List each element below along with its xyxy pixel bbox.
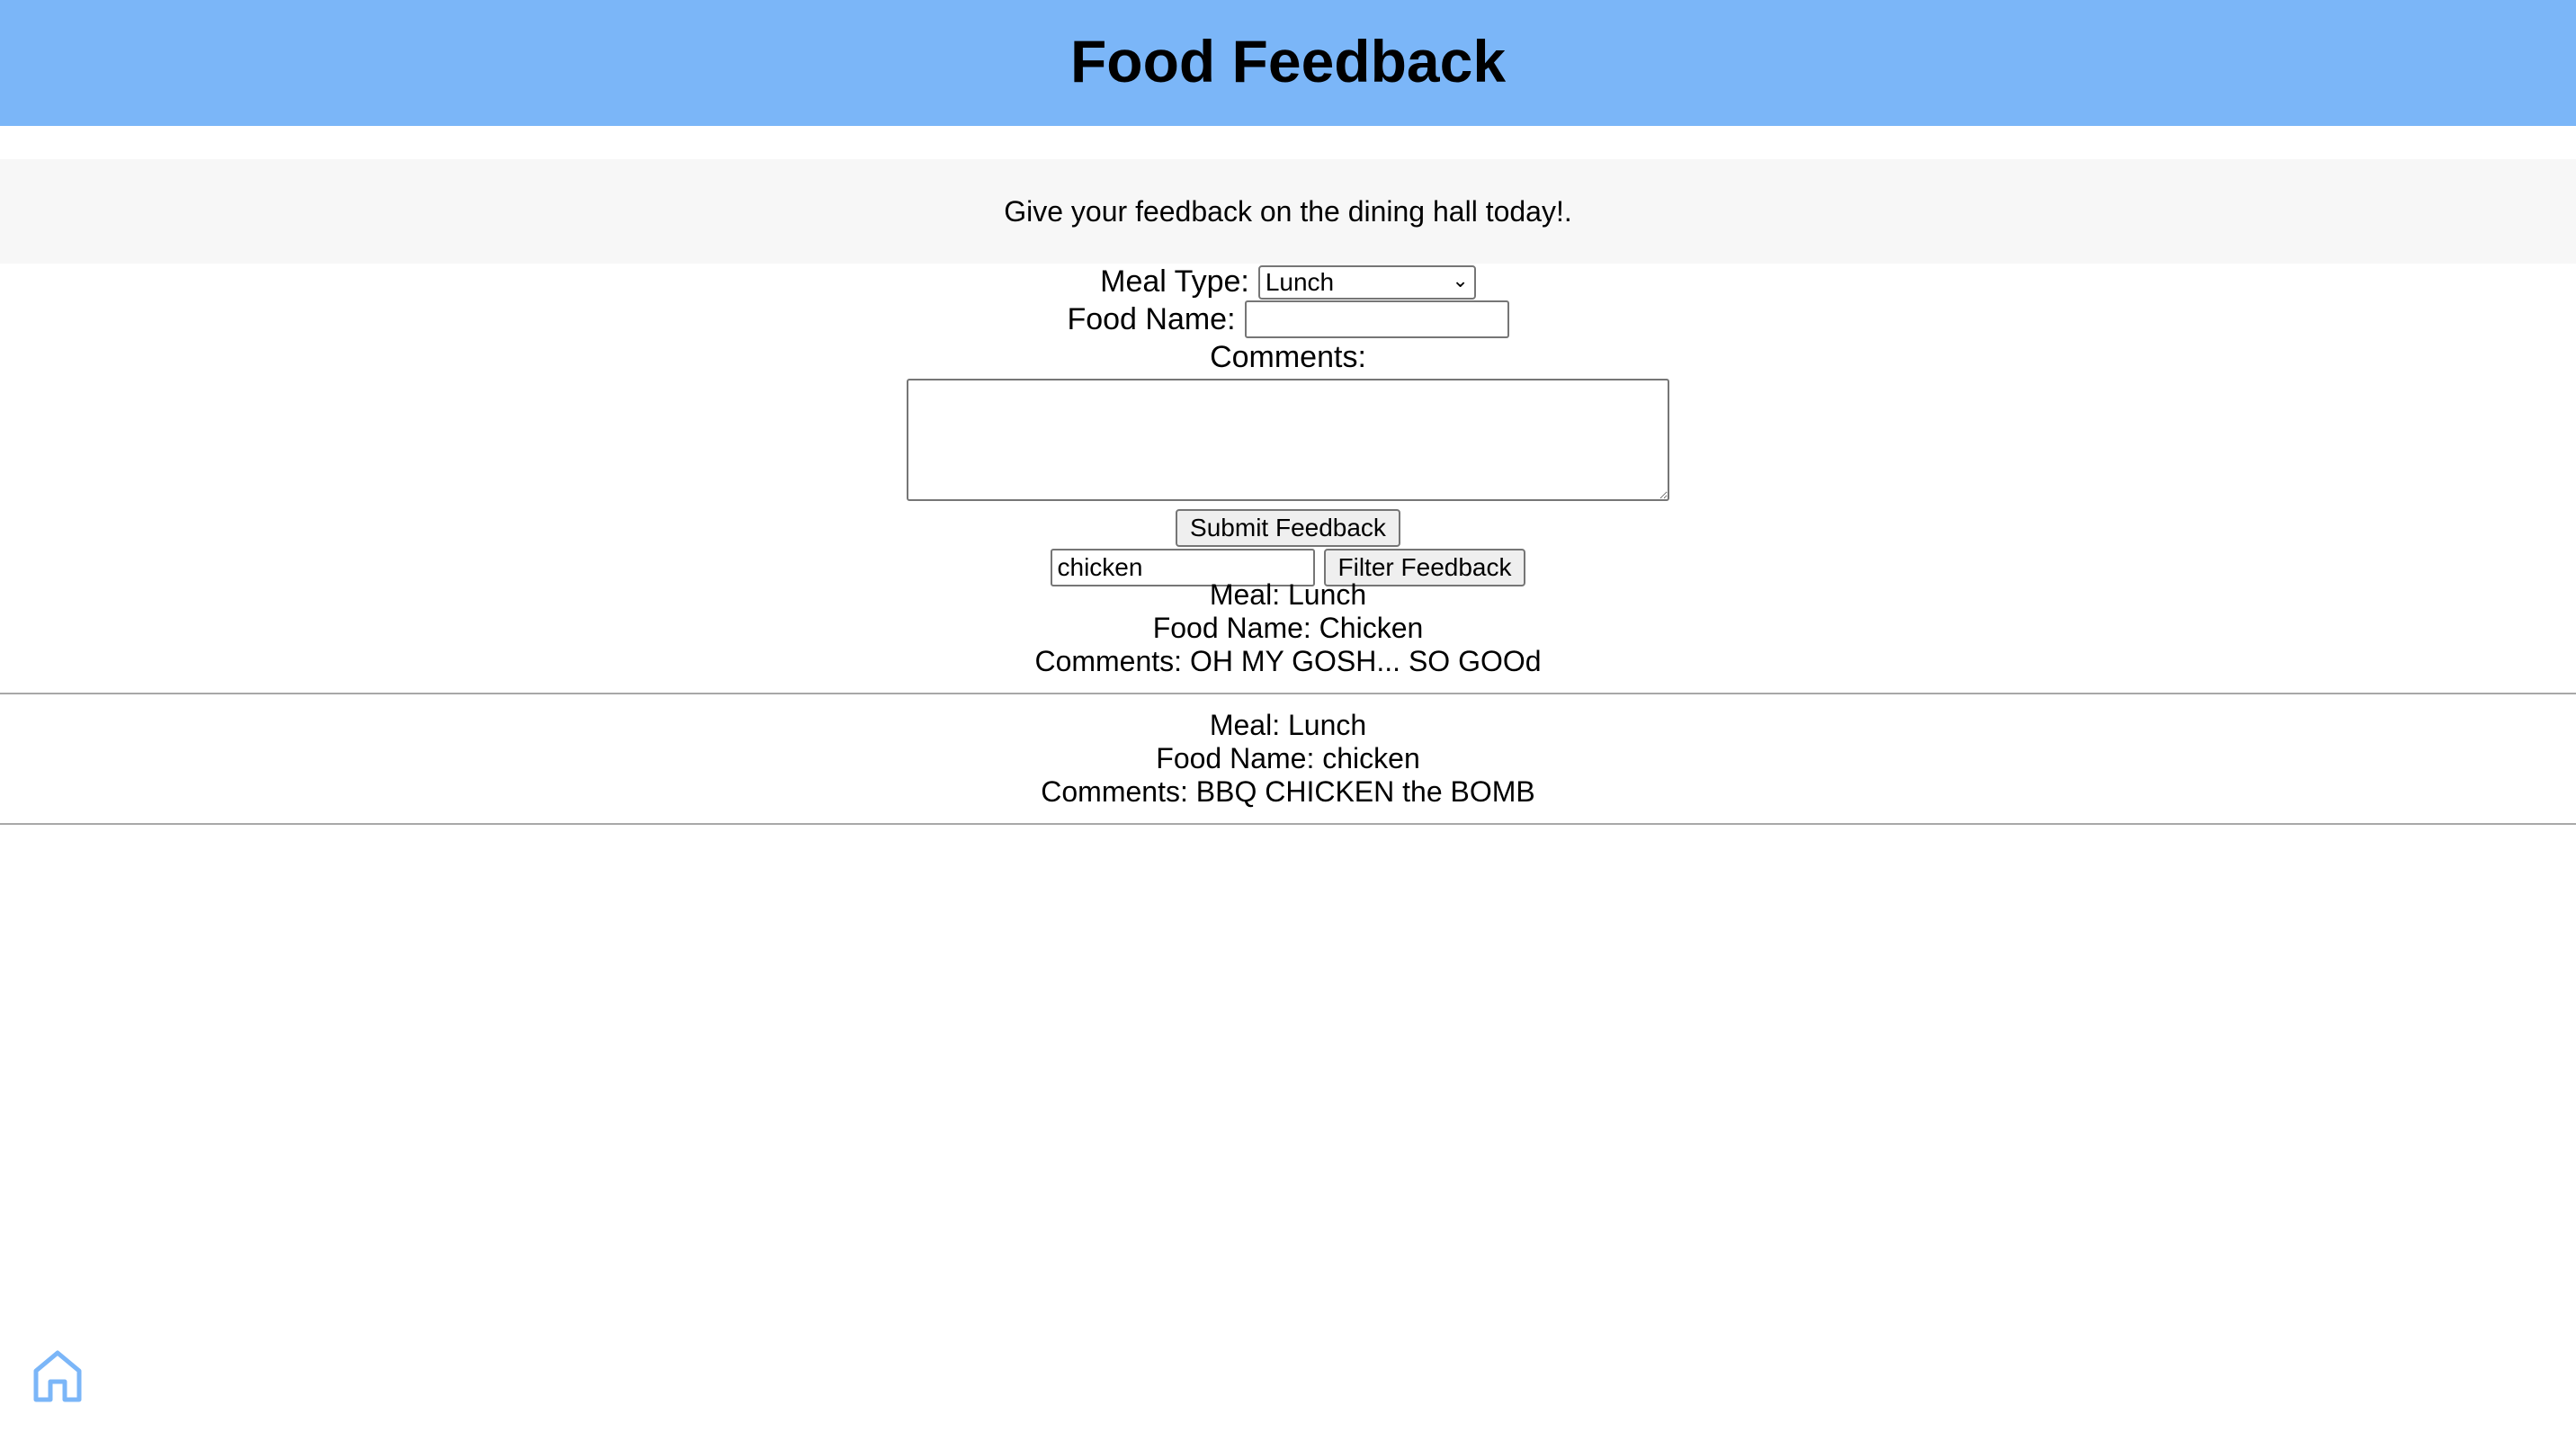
- feedback-entry: Meal: Lunch Food Name: chicken Comments:…: [0, 709, 2576, 825]
- submit-feedback-button[interactable]: Submit Feedback: [1176, 509, 1400, 547]
- feedback-form: Meal Type: Lunch ⌄ Food Name: Comments: …: [0, 264, 2576, 587]
- comments-label-row: Comments:: [0, 339, 2576, 375]
- intro-banner: Give your feedback on the dining hall to…: [0, 159, 2576, 264]
- entry-food-name: Food Name: chicken: [1156, 742, 1420, 774]
- entry-meal: Meal: Lunch: [1209, 709, 1367, 741]
- feedback-entry: Meal: Lunch Food Name: Chicken Comments:…: [0, 578, 2576, 694]
- food-name-label: Food Name:: [1067, 301, 1236, 336]
- meal-type-select[interactable]: Lunch: [1257, 264, 1476, 300]
- entry-meal: Meal: Lunch: [1209, 578, 1367, 611]
- meal-type-label: Meal Type:: [1100, 264, 1249, 299]
- entry-comments: Comments: OH MY GOSH... SO GOOd: [1034, 645, 1542, 677]
- page-title: Food Feedback: [1069, 28, 1507, 94]
- food-name-input[interactable]: [1244, 300, 1509, 338]
- comments-textarea[interactable]: [907, 379, 1669, 501]
- home-button[interactable]: [32, 1349, 83, 1403]
- home-icon: [33, 1350, 82, 1402]
- feedback-list: Meal: Lunch Food Name: Chicken Comments:…: [0, 578, 2576, 839]
- submit-row: Submit Feedback: [0, 508, 2576, 548]
- comments-label: Comments:: [1210, 339, 1366, 374]
- meal-type-row: Meal Type: Lunch ⌄: [0, 264, 2576, 300]
- intro-text: Give your feedback on the dining hall to…: [1004, 194, 1572, 228]
- entry-comments: Comments: BBQ CHICKEN the BOMB: [1041, 775, 1535, 808]
- entry-food-name: Food Name: Chicken: [1152, 612, 1424, 644]
- food-name-row: Food Name:: [0, 300, 2576, 339]
- meal-type-select-wrap: Lunch ⌄: [1257, 264, 1476, 300]
- app-header: Food Feedback: [0, 0, 2576, 126]
